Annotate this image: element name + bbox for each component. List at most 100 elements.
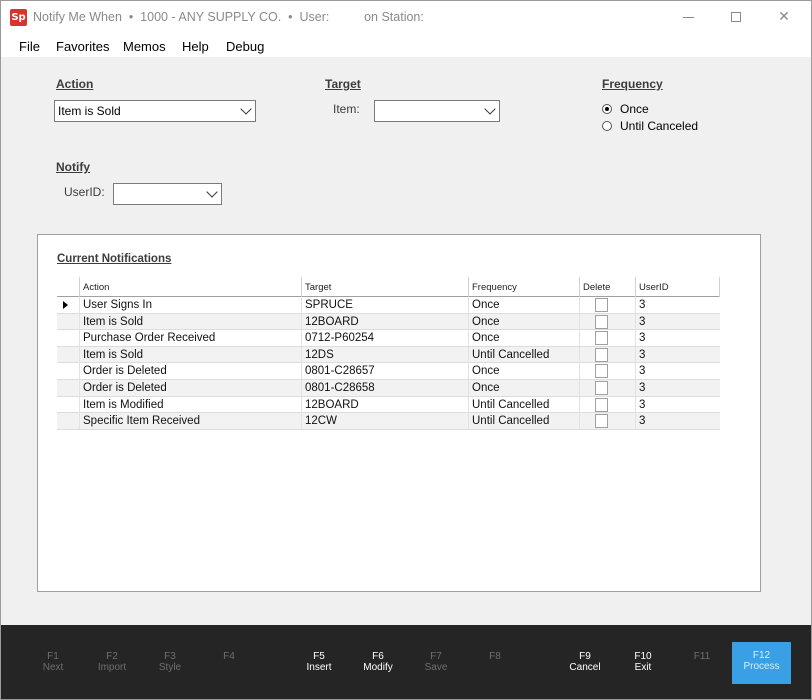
fkey-key: F9 — [579, 651, 591, 662]
fkey-f12-button[interactable]: F12 Process — [732, 642, 791, 684]
column-header-delete[interactable]: Delete — [579, 277, 635, 297]
table-row[interactable]: Item is Sold 12BOARD Once 3 — [57, 313, 720, 331]
delete-checkbox[interactable] — [595, 397, 608, 412]
cell-target: 0801-C28658 — [301, 379, 468, 396]
cell-userid: 3 — [635, 346, 720, 363]
maximize-button[interactable] — [713, 1, 759, 33]
delete-checkbox[interactable] — [595, 380, 608, 395]
cell-target: 12DS — [301, 346, 468, 363]
notify-section-title: Notify — [56, 160, 90, 174]
cell-target: SPRUCE — [301, 297, 468, 313]
fkey-f6-button[interactable]: F6 Modify — [350, 651, 406, 673]
table-row[interactable]: User Signs In SPRUCE Once 3 — [57, 297, 720, 314]
table-row[interactable]: Item is Modified 12BOARD Until Cancelled 3 — [57, 396, 720, 414]
cell-action: Purchase Order Received — [79, 330, 301, 347]
column-header-frequency[interactable]: Frequency — [468, 277, 579, 297]
notify-me-when-window: Sp Notify Me When • 1000 - ANY SUPPLY CO… — [0, 0, 812, 700]
close-icon: ✕ — [778, 9, 790, 25]
fkey-f1-button: F1 Next — [25, 651, 81, 673]
userid-dropdown[interactable] — [113, 183, 222, 205]
table-row[interactable]: Item is Sold 12DS Until Cancelled 3 — [57, 346, 720, 364]
cell-userid: 3 — [635, 379, 720, 396]
column-header-userid[interactable]: UserID — [635, 277, 720, 297]
action-section-title: Action — [56, 77, 94, 91]
fkey-label: Insert — [306, 662, 332, 673]
menu-bar: File Favorites Memos Help Debug — [1, 33, 811, 57]
menu-favorites[interactable]: Favorites — [56, 39, 109, 54]
cell-frequency: Once — [468, 330, 579, 347]
chevron-down-icon — [206, 186, 218, 198]
fkey-f7-button: F7 Save — [408, 651, 464, 673]
action-dropdown[interactable]: Item is Sold — [54, 100, 256, 122]
frequency-section-title: Frequency — [602, 77, 663, 91]
column-header-action[interactable]: Action — [79, 277, 301, 297]
chevron-down-icon — [240, 103, 252, 115]
cell-target: 0712-P60254 — [301, 330, 468, 347]
cell-frequency: Until Cancelled — [468, 346, 579, 363]
cell-target: 0801-C28657 — [301, 363, 468, 380]
table-row[interactable]: Purchase Order Received 0712-P60254 Once 3 — [57, 330, 720, 347]
fkey-f11-button: F11 — [674, 651, 730, 662]
fkey-label: Style — [158, 662, 182, 673]
table-row[interactable]: Order is Deleted 0801-C28658 Once 3 — [57, 379, 720, 397]
menu-memos[interactable]: Memos — [123, 39, 166, 54]
fkey-f4-button: F4 — [201, 651, 257, 662]
title-bar[interactable]: Sp Notify Me When • 1000 - ANY SUPPLY CO… — [1, 1, 811, 33]
cell-action: Item is Sold — [79, 313, 301, 330]
delete-checkbox[interactable] — [595, 364, 608, 379]
fkey-key: F10 — [634, 651, 652, 662]
menu-debug[interactable]: Debug — [226, 39, 264, 54]
cell-delete — [579, 413, 635, 430]
cell-userid: 3 — [635, 297, 720, 313]
cell-delete — [579, 379, 635, 396]
close-button[interactable]: ✕ — [761, 1, 807, 33]
maximize-icon — [731, 12, 741, 22]
delete-checkbox[interactable] — [595, 298, 608, 312]
cell-action: Item is Modified — [79, 396, 301, 413]
cell-delete — [579, 363, 635, 380]
cell-frequency: Once — [468, 297, 579, 313]
grid-header: Action Target Frequency Delete UserID — [57, 277, 720, 297]
current-notifications-title: Current Notifications — [57, 253, 172, 265]
cell-userid: 3 — [635, 396, 720, 413]
column-header-target[interactable]: Target — [301, 277, 468, 297]
cell-action: Order is Deleted — [79, 379, 301, 396]
fkey-key: F12 — [752, 650, 771, 661]
delete-checkbox[interactable] — [595, 331, 608, 346]
notify-form: Action Item is Sold Target Item: Frequen… — [1, 57, 811, 625]
minimize-button[interactable] — [665, 1, 711, 33]
radio-unselected-icon — [602, 121, 612, 131]
table-row[interactable]: Specific Item Received 12CW Until Cancelle… — [57, 413, 720, 430]
frequency-until-canceled-label: Until Canceled — [620, 119, 699, 133]
fkey-key: F4 — [223, 651, 235, 662]
menu-file[interactable]: File — [19, 39, 40, 54]
table-row[interactable]: Order is Deleted 0801-C28657 Once 3 — [57, 363, 720, 380]
frequency-once-label: Once — [620, 102, 649, 116]
fkey-f10-button[interactable]: F10 Exit — [615, 651, 671, 673]
cell-userid: 3 — [635, 413, 720, 430]
cell-frequency: Once — [468, 313, 579, 330]
fkey-f8-button: F8 — [467, 651, 523, 662]
action-dropdown-value: Item is Sold — [58, 104, 121, 118]
target-section-title: Target — [325, 77, 361, 91]
menu-help[interactable]: Help — [182, 39, 209, 54]
fkey-key: F11 — [693, 651, 711, 662]
fkey-label: Cancel — [569, 662, 601, 673]
delete-checkbox[interactable] — [595, 347, 608, 362]
function-key-bar: F1 Next F2 Import F3 Style F4 F5 Insert F6 Modify F… — [1, 625, 811, 699]
delete-checkbox[interactable] — [595, 414, 608, 429]
row-pointer-icon — [63, 301, 68, 309]
item-label: Item: — [333, 102, 360, 116]
grid-body: User Signs In SPRUCE Once 3 Item is Sold 12BO… — [57, 297, 720, 430]
cell-target: 12CW — [301, 413, 468, 430]
radio-selected-icon — [602, 104, 612, 114]
fkey-label: Modify — [363, 662, 393, 673]
cell-delete — [579, 330, 635, 347]
fkey-key: F2 — [106, 651, 118, 662]
delete-checkbox[interactable] — [595, 314, 608, 329]
cell-action: Specific Item Received — [79, 413, 301, 430]
item-dropdown[interactable] — [374, 100, 500, 122]
fkey-key: F3 — [164, 651, 176, 662]
fkey-f5-button[interactable]: F5 Insert — [291, 651, 347, 673]
fkey-f9-button[interactable]: F9 Cancel — [557, 651, 613, 673]
